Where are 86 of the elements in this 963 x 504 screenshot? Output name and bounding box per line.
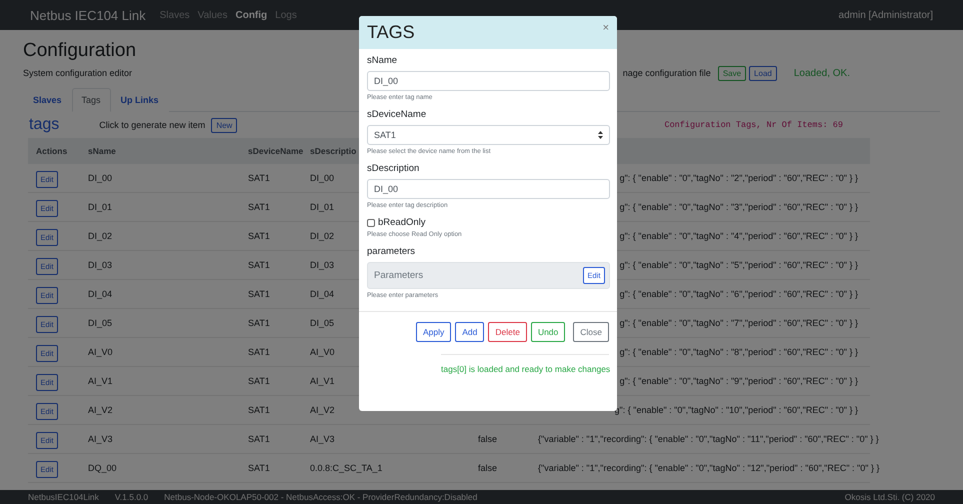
user-label: admin [Administrator] (838, 10, 933, 20)
dialog-title: TAGS (367, 22, 415, 43)
dialog-button[interactable]: Undo (530, 322, 566, 342)
table-cell: DQ_00 (88, 463, 117, 473)
field-label: sDeviceName (367, 109, 428, 120)
table-cell: AI_V3 (88, 434, 113, 444)
table-cell: SAT1 (248, 463, 270, 473)
footer-text: Netbus-Node-OKOLAP50-002 - NetbusAccess:OK - ProviderRedundancy:Disabled (164, 492, 478, 502)
copyright-text: Okosis Ltd.Sti. (C) 2020 (844, 492, 935, 502)
table-cell: g": { "enable" : "0","tagNo" : "6","period" : "60","REC" : "0" } } (620, 289, 858, 299)
table-cell: DI_03 (88, 260, 112, 270)
table-cell: AI_V1 (88, 376, 113, 386)
dialog-button[interactable]: Add (455, 322, 484, 342)
column-header: sName (88, 146, 116, 156)
table-cell: AI_V0 (88, 347, 113, 357)
sort-caret-icon (598, 131, 603, 139)
table-cell: g": { "enable" : "0","tagNo" : "2","period" : "60","REC" : "0" } } (620, 173, 858, 183)
dialog-button[interactable]: Delete (488, 322, 527, 342)
checkbox[interactable] (367, 218, 375, 226)
text-field[interactable]: DI_00 (367, 179, 610, 199)
load-button[interactable]: Load (749, 66, 777, 80)
checkbox-label: bReadOnly (378, 217, 426, 228)
table-cell: DI_01 (310, 202, 334, 212)
brand[interactable]: Netbus IEC104 Link (30, 8, 146, 22)
table-cell: DI_00 (310, 173, 334, 183)
table-cell: DI_02 (88, 231, 112, 241)
column-header: sDescriptio (310, 146, 356, 156)
status-message: tags[0] is loaded and ready to make changes (441, 354, 609, 374)
table-cell: AI_V3 (310, 434, 335, 444)
column-header: Actions (36, 146, 68, 156)
table-cell: 0.0.8:C_SC_TA_1 (310, 463, 382, 473)
table-cell: DI_04 (310, 289, 334, 299)
table-cell: false (478, 463, 498, 473)
table-cell: g": { "enable" : "0","tagNo" : "8","period" : "60","REC" : "0" } } (620, 347, 858, 357)
table-cell: AI_V1 (310, 376, 335, 386)
dialog-button[interactable]: Close (573, 322, 609, 342)
table-cell: AI_V2 (88, 405, 113, 415)
file-label: nage configuration file (622, 68, 711, 78)
table-cell: SAT1 (248, 405, 270, 415)
text-field[interactable]: DI_00 (367, 71, 610, 91)
select-field[interactable]: SAT1 (367, 125, 610, 145)
table-cell: SAT1 (248, 202, 270, 212)
section-title: tags (29, 116, 60, 134)
table-cell: SAT1 (248, 318, 270, 328)
table-cell: DI_05 (310, 318, 334, 328)
table-cell: DI_02 (310, 231, 334, 241)
table-cell: {"variable" : "1","recording": { "enable" : "0","tagNo" : "12","period" : "60","REC" : "0" } } (538, 463, 880, 473)
table-cell: SAT1 (248, 173, 270, 183)
table-cell: SAT1 (248, 376, 270, 386)
table-cell: false (478, 434, 498, 444)
table-cell: SAT1 (248, 434, 270, 444)
table-cell: DI_04 (88, 289, 112, 299)
field-label: sDescription (367, 163, 420, 174)
table-cell: SAT1 (248, 289, 270, 299)
table-cell: SAT1 (248, 260, 270, 270)
table-cell: AI_V0 (310, 347, 335, 357)
table-cell: g": { "enable" : "0","tagNo" : "9","period" : "60","REC" : "0" } } (620, 376, 858, 386)
new-button[interactable]: New (211, 118, 238, 132)
table-cell: DI_05 (88, 318, 112, 328)
tab[interactable]: Up Links (110, 88, 169, 112)
footer-text: NetbusIEC104Link (28, 492, 99, 502)
table-cell: AI_V2 (310, 405, 335, 415)
table-cell: DI_00 (88, 173, 112, 183)
field-label: parameters (367, 246, 416, 257)
table-cell: SAT1 (248, 231, 270, 241)
field-label: sName (367, 55, 398, 66)
column-header: sDeviceName (248, 146, 304, 156)
page-title: Configuration (23, 40, 136, 62)
tab[interactable]: Tags (72, 88, 111, 112)
table-cell: g": { "enable" : "0","tagNo" : "3","period" : "60","REC" : "0" } } (620, 202, 858, 212)
status-text: Loaded, OK. (794, 68, 850, 78)
table-cell: DI_03 (310, 260, 334, 270)
table-cell: SAT1 (248, 347, 270, 357)
hint-text: Click to generate new item (99, 120, 206, 130)
page-subtitle: System configuration editor (23, 68, 132, 78)
dialog-button[interactable]: Apply (416, 322, 452, 342)
footer-text: V.1.5.0.0 (114, 492, 148, 502)
table-cell: DI_01 (88, 202, 112, 212)
nav-link[interactable]: Config (235, 10, 268, 20)
table-cell: g": { "enable" : "0","tagNo" : "5","period" : "60","REC" : "0" } } (620, 260, 858, 270)
close-button[interactable]: × (602, 22, 609, 34)
table-cell: {"variable" : "1","recording": { "enable" : "0","tagNo" : "11","period" : "60","REC" : "0" } } (538, 434, 879, 444)
table-cell: g": { "enable" : "0","tagNo" : "4","period" : "60","REC" : "0" } } (620, 231, 858, 241)
item-count: Configuration Tags, Nr Of Items: 69 (664, 120, 843, 130)
save-button[interactable]: Save (718, 66, 746, 80)
table-cell: g": { "enable" : "0","tagNo" : "7","period" : "60","REC" : "0" } } (620, 318, 858, 328)
